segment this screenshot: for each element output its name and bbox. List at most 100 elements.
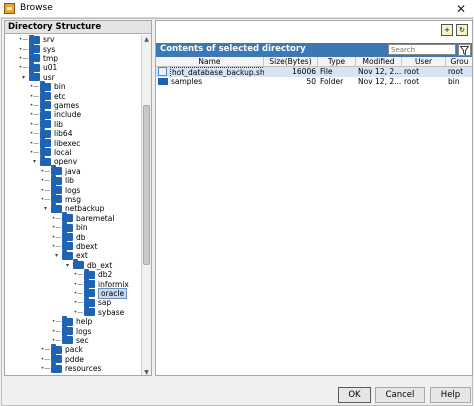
expand-icon[interactable]: •— <box>30 148 40 157</box>
tree-item[interactable]: •— pdde <box>41 353 84 364</box>
expand-icon[interactable]: •— <box>30 101 40 110</box>
expand-icon[interactable]: •— <box>41 167 51 176</box>
tree-item[interactable]: ▾ netbackup <box>41 202 105 214</box>
tree-item[interactable]: •— local <box>30 146 71 157</box>
ok-button[interactable]: OK <box>338 387 371 403</box>
tree-item[interactable]: •— logs <box>52 325 91 336</box>
column-type[interactable]: Type <box>318 57 356 66</box>
column-user[interactable]: User <box>402 57 446 66</box>
tree-item[interactable]: •— db <box>52 231 86 242</box>
tree-item[interactable]: •— sap <box>74 296 112 308</box>
tree-item[interactable]: •— resources <box>41 362 101 373</box>
scroll-down-icon[interactable]: ▼ <box>142 368 151 375</box>
tree-item[interactable]: •— help <box>52 315 92 326</box>
table-row[interactable]: samples 50 Folder Nov 12, 2... root bin <box>156 77 472 87</box>
expand-icon[interactable]: •— <box>30 92 40 101</box>
tree-item[interactable]: •— logs <box>41 184 80 195</box>
collapse-icon[interactable]: ▾ <box>19 73 28 82</box>
close-icon[interactable]: ✕ <box>452 1 470 17</box>
tree-item[interactable]: •— pack <box>41 343 83 354</box>
expand-icon[interactable]: •— <box>30 120 40 129</box>
tree-item[interactable]: •— sybase <box>74 306 124 317</box>
cancel-button[interactable]: Cancel <box>375 387 425 403</box>
column-size[interactable]: Size(Bytes) <box>264 57 318 66</box>
expand-icon[interactable]: •— <box>41 364 51 373</box>
expand-icon[interactable]: •— <box>74 280 84 289</box>
refresh-icon[interactable]: ↻ <box>456 24 468 36</box>
tree-item-label: dbext <box>76 241 98 251</box>
tree-item[interactable]: •— libexec <box>30 137 80 148</box>
tree-item-label: baremetal <box>76 213 115 223</box>
tree-item[interactable]: •— games <box>30 99 79 110</box>
tree-item-label: pdde <box>65 354 84 364</box>
expand-icon[interactable]: •— <box>52 317 62 326</box>
folder-icon <box>158 78 168 85</box>
search-input[interactable] <box>388 44 456 55</box>
tree-item[interactable]: ▾ ext <box>52 249 88 260</box>
tree-item[interactable]: •— etc <box>30 90 66 101</box>
expand-icon[interactable]: •— <box>19 54 29 63</box>
tree-item[interactable]: •— db2 <box>74 268 112 279</box>
expand-icon[interactable]: •— <box>30 129 40 138</box>
collapse-icon[interactable]: ▾ <box>63 261 72 270</box>
tree-item[interactable]: •— lib64 <box>30 127 72 138</box>
tree-item[interactable]: •— bin <box>30 80 66 91</box>
tree-item[interactable]: •— include <box>30 108 81 119</box>
expand-icon[interactable]: •— <box>52 233 62 242</box>
expand-icon[interactable]: •— <box>30 110 40 119</box>
tree-item[interactable]: •— bin <box>52 221 88 232</box>
expand-icon[interactable]: •— <box>74 289 84 298</box>
collapse-icon[interactable]: ▾ <box>41 204 50 213</box>
expand-icon[interactable]: •— <box>74 308 84 317</box>
tree-item-label: sys <box>43 44 56 54</box>
tree-item[interactable]: •— msg <box>41 193 81 204</box>
help-button[interactable]: Help <box>430 387 471 403</box>
expand-icon[interactable]: •— <box>52 327 62 336</box>
tree-item[interactable]: •— java <box>41 165 81 176</box>
expand-icon[interactable]: •— <box>30 139 40 148</box>
expand-icon[interactable]: •— <box>74 270 84 279</box>
column-name[interactable]: Name <box>156 57 264 66</box>
row-group-cell: root <box>448 67 464 76</box>
expand-icon[interactable]: •— <box>41 195 51 204</box>
expand-icon[interactable]: •— <box>52 242 62 251</box>
tree-item-label: netbackup <box>65 204 105 214</box>
expand-icon[interactable]: •— <box>19 45 29 54</box>
folder-icon <box>51 202 62 213</box>
tree-item[interactable]: •— dbext <box>52 240 98 251</box>
tree-item[interactable]: •— srv <box>19 35 54 44</box>
expand-icon[interactable]: •— <box>30 82 40 91</box>
folder-icon <box>62 249 73 260</box>
tree-item[interactable]: •— oracle <box>74 287 128 299</box>
tree-item[interactable]: •— lib <box>30 118 63 129</box>
expand-icon[interactable]: •— <box>52 214 62 223</box>
tree-item[interactable]: •— sys <box>19 43 56 54</box>
tree-item[interactable]: •— sec <box>52 334 89 345</box>
filter-funnel-icon[interactable] <box>458 44 471 56</box>
row-group-cell: bin <box>448 77 460 86</box>
tree-item[interactable]: •— tmp <box>19 52 58 63</box>
column-modified[interactable]: Modified <box>356 57 402 66</box>
scroll-thumb[interactable] <box>143 105 150 265</box>
expand-icon[interactable]: •— <box>74 298 84 307</box>
table-row[interactable]: hot_database_backup.sh 16006 File Nov 12… <box>156 67 472 77</box>
new-folder-icon[interactable]: + <box>441 24 453 36</box>
file-icon <box>158 67 167 76</box>
expand-icon[interactable]: •— <box>19 63 29 72</box>
tree-item[interactable]: •— u01 <box>19 61 57 72</box>
expand-icon[interactable]: •— <box>41 176 51 185</box>
collapse-icon[interactable]: ▾ <box>30 157 39 166</box>
tree-item[interactable]: ▾ usr <box>19 71 55 82</box>
tree-item-label: sap <box>98 298 112 308</box>
scroll-up-icon[interactable]: ▲ <box>142 35 151 44</box>
column-group[interactable]: Grou <box>446 57 472 66</box>
expand-icon[interactable]: •— <box>41 345 51 354</box>
expand-icon[interactable]: •— <box>41 186 51 195</box>
expand-icon[interactable]: •— <box>41 355 51 364</box>
expand-icon[interactable]: •— <box>19 35 29 44</box>
expand-icon[interactable]: •— <box>52 223 62 232</box>
tree-item[interactable]: •— lib <box>41 174 74 185</box>
tree-scrollbar[interactable]: ▲ ▼ <box>141 35 151 375</box>
collapse-icon[interactable]: ▾ <box>52 251 61 260</box>
tree-item-label: etc <box>54 91 66 101</box>
